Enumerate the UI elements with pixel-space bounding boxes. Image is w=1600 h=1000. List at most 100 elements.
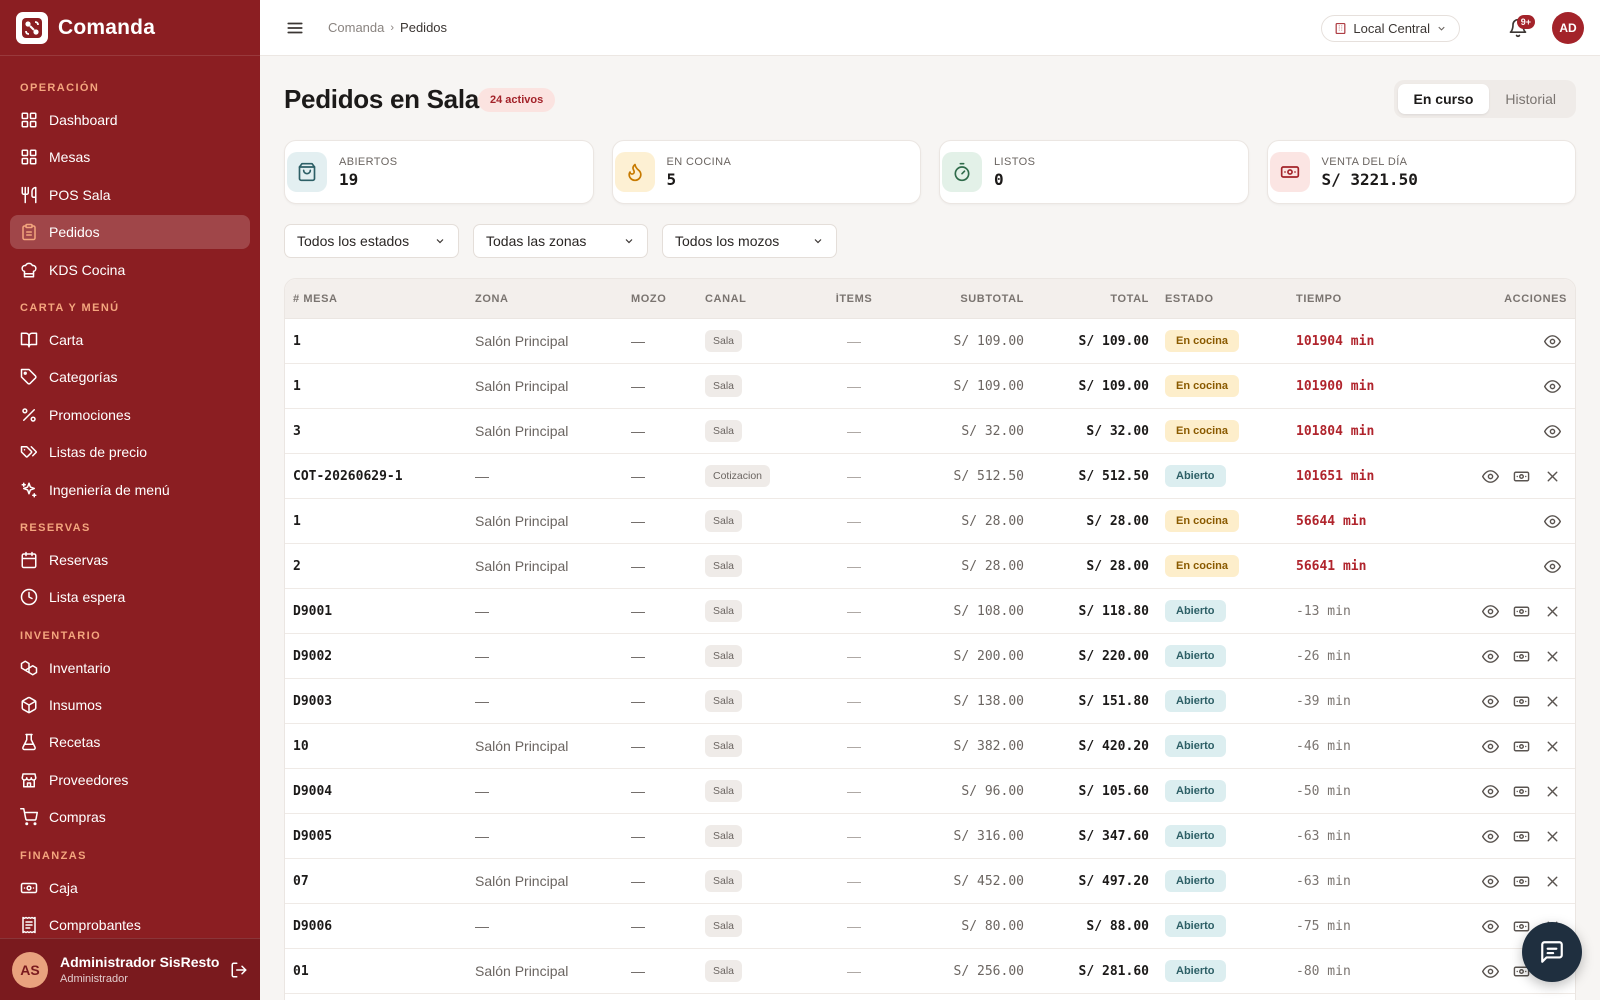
cell-total: S/ 28.00 bbox=[1086, 558, 1149, 574]
cash-register-icon[interactable] bbox=[1513, 468, 1530, 485]
tab-historial[interactable]: Historial bbox=[1489, 84, 1572, 114]
table-row[interactable]: COT-20260629-1 — — Cotizacion — S/ 512.50 S/ 5… bbox=[285, 454, 1575, 499]
table-row[interactable]: 10 Salón Principal — Sala — S/ 382.00 S/ 420.2… bbox=[285, 724, 1575, 769]
sidebar-item-pedidos[interactable]: Pedidos bbox=[10, 215, 250, 250]
table-body: 1 Salón Principal — Sala — S/ 109.00 S/ 109.00… bbox=[285, 319, 1575, 994]
sidebar-item-categorias[interactable]: Categorías bbox=[10, 360, 250, 394]
logout-icon[interactable] bbox=[230, 961, 248, 979]
sidebar-item-caja[interactable]: Caja bbox=[10, 871, 250, 905]
eye-icon[interactable] bbox=[1482, 693, 1499, 710]
eye-icon[interactable] bbox=[1482, 603, 1499, 620]
table-row[interactable]: D9003 — — Sala — S/ 138.00 S/ 151.80 Abierto -39… bbox=[285, 679, 1575, 724]
cell-subtotal: S/ 32.00 bbox=[961, 423, 1024, 439]
close-icon[interactable] bbox=[1544, 648, 1561, 665]
sidebar-item-pos-sala[interactable]: POS Sala bbox=[10, 178, 250, 212]
table-row[interactable]: D9005 — — Sala — S/ 316.00 S/ 347.60 Abierto -63… bbox=[285, 814, 1575, 859]
table-row[interactable]: 07 Salón Principal — Sala — S/ 452.00 S/ 497.2… bbox=[285, 859, 1575, 904]
close-icon[interactable] bbox=[1544, 828, 1561, 845]
eye-icon[interactable] bbox=[1482, 828, 1499, 845]
table-row[interactable]: 1 Salón Principal — Sala — S/ 28.00 S/ 28.00 En… bbox=[285, 499, 1575, 544]
sidebar-item-lista-espera[interactable]: Lista espera bbox=[10, 580, 250, 614]
filter-select[interactable]: Todos los mozos bbox=[662, 224, 837, 258]
cash-register-icon[interactable] bbox=[1513, 783, 1530, 800]
sidebar-item-recetas[interactable]: Recetas bbox=[10, 725, 250, 759]
table-row[interactable]: 1 Salón Principal — Sala — S/ 109.00 S/ 109.00… bbox=[285, 364, 1575, 409]
stat-value: 19 bbox=[339, 169, 359, 189]
sidebar-item-comprobantes[interactable]: Comprobantes bbox=[10, 908, 250, 942]
filter-select[interactable]: Todos los estados bbox=[284, 224, 459, 258]
eye-icon[interactable] bbox=[1482, 873, 1499, 890]
eye-icon[interactable] bbox=[1544, 558, 1561, 575]
close-icon[interactable] bbox=[1544, 468, 1561, 485]
cell-tiempo: 56644 min bbox=[1296, 513, 1367, 529]
table-row[interactable]: 2 Salón Principal — Sala — S/ 28.00 S/ 28.00 En… bbox=[285, 544, 1575, 589]
cell-mesa: D9004 bbox=[293, 783, 333, 799]
table-row[interactable]: D9004 — — Sala — S/ 96.00 S/ 105.60 Abierto -50 … bbox=[285, 769, 1575, 814]
close-icon[interactable] bbox=[1544, 603, 1561, 620]
table-row[interactable]: 3 Salón Principal — Sala — S/ 32.00 S/ 32.00 En… bbox=[285, 409, 1575, 454]
cell-mesa: 3 bbox=[293, 423, 301, 439]
eye-icon[interactable] bbox=[1544, 333, 1561, 350]
table-row[interactable]: D9002 — — Sala — S/ 200.00 S/ 220.00 Abierto -26… bbox=[285, 634, 1575, 679]
location-selector[interactable]: Local Central bbox=[1321, 15, 1460, 42]
close-icon[interactable] bbox=[1544, 873, 1561, 890]
sidebar-item-dashboard[interactable]: Dashboard bbox=[10, 103, 250, 137]
sidebar-item-label: Dashboard bbox=[49, 112, 118, 128]
sidebar-item-label: Listas de precio bbox=[49, 444, 148, 461]
cell-total: S/ 109.00 bbox=[1078, 333, 1149, 349]
eye-icon[interactable] bbox=[1482, 468, 1499, 485]
stat-icon-wrap bbox=[1269, 152, 1310, 192]
sidebar-item-insumos[interactable]: Insumos bbox=[10, 688, 250, 722]
cash-register-icon[interactable] bbox=[1513, 648, 1530, 665]
close-icon[interactable] bbox=[1544, 738, 1561, 755]
nav-section-title: OPERACIÓN bbox=[20, 82, 100, 94]
account-avatar[interactable]: AD bbox=[1552, 12, 1584, 44]
eye-icon[interactable] bbox=[1482, 963, 1499, 980]
sidebar-item-label: Reservas bbox=[49, 551, 109, 568]
table-row[interactable]: D9001 — — Sala — S/ 108.00 S/ 118.80 Abierto -13… bbox=[285, 589, 1575, 634]
eye-icon[interactable] bbox=[1482, 648, 1499, 665]
cash-register-icon[interactable] bbox=[1513, 918, 1530, 935]
cash-register-icon[interactable] bbox=[1513, 603, 1530, 620]
eye-icon[interactable] bbox=[1544, 423, 1561, 440]
table-row[interactable]: D9006 — — Sala — S/ 80.00 S/ 88.00 Abierto -75 m… bbox=[285, 904, 1575, 949]
sidebar-item-reservas[interactable]: Reservas bbox=[10, 543, 250, 577]
table-row[interactable]: 01 Salón Principal — Sala — S/ 256.00 S/ 281.6… bbox=[285, 949, 1575, 994]
sidebar-item-kds-cocina[interactable]: KDS Cocina bbox=[10, 253, 250, 287]
sidebar-item-proveedores[interactable]: Proveedores bbox=[10, 763, 250, 797]
user-profile[interactable]: AS Administrador SisResto Administrador bbox=[0, 938, 260, 1000]
cash-register-icon[interactable] bbox=[1513, 873, 1530, 890]
sidebar-item-carta[interactable]: Carta bbox=[10, 323, 250, 357]
percent-icon bbox=[22, 407, 36, 422]
sidebar-item-listas-de-precio[interactable]: Listas de precio bbox=[10, 435, 250, 469]
close-icon[interactable] bbox=[1544, 783, 1561, 800]
sidebar-item-mesas[interactable]: Mesas bbox=[10, 140, 250, 174]
menu-toggle-icon[interactable] bbox=[286, 19, 304, 37]
eye-icon[interactable] bbox=[1544, 378, 1561, 395]
cell-tiempo: -46 min bbox=[1296, 738, 1351, 754]
filter-select[interactable]: Todas las zonas bbox=[473, 224, 648, 258]
canal-badge: Sala bbox=[705, 555, 743, 577]
cash-register-icon[interactable] bbox=[1513, 828, 1530, 845]
chevron-down-icon bbox=[1438, 26, 1445, 31]
cell-mozo: — bbox=[631, 333, 645, 349]
chat-button[interactable] bbox=[1522, 922, 1582, 982]
sidebar-item-compras[interactable]: Compras bbox=[10, 800, 250, 834]
sidebar-item-inventario[interactable]: Inventario bbox=[10, 651, 250, 685]
cell-items: — bbox=[847, 873, 861, 889]
close-icon[interactable] bbox=[1544, 693, 1561, 710]
book-icon bbox=[20, 332, 38, 348]
tab-en-curso[interactable]: En curso bbox=[1397, 84, 1490, 114]
eye-icon[interactable] bbox=[1482, 738, 1499, 755]
cash-register-icon[interactable] bbox=[1513, 738, 1530, 755]
sidebar-item-promociones[interactable]: Promociones bbox=[10, 398, 250, 432]
cash-register-icon[interactable] bbox=[1513, 693, 1530, 710]
sidebar-item-ingenieria-de-menu[interactable]: Ingeniería de menú bbox=[10, 473, 250, 507]
brand[interactable]: Comanda bbox=[0, 0, 260, 56]
cell-mozo: — bbox=[631, 648, 645, 664]
eye-icon[interactable] bbox=[1544, 513, 1561, 530]
eye-icon[interactable] bbox=[1482, 918, 1499, 935]
eye-icon[interactable] bbox=[1482, 783, 1499, 800]
table-row[interactable]: 1 Salón Principal — Sala — S/ 109.00 S/ 109.00… bbox=[285, 319, 1575, 364]
breadcrumb-root[interactable]: Comanda bbox=[328, 20, 384, 35]
